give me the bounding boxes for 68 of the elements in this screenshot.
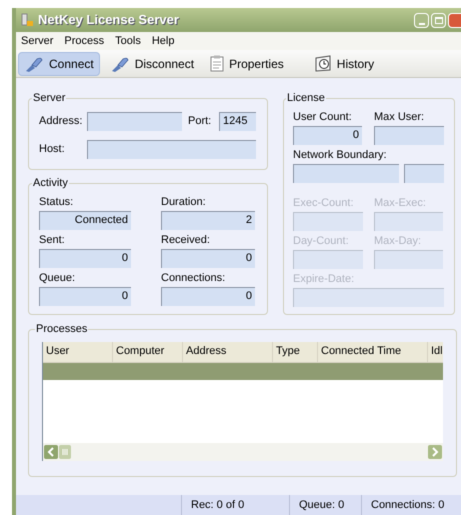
text-field[interactable]: 1245 — [219, 112, 256, 130]
field-label: Max User: — [374, 110, 426, 124]
status-text: Queue: 0 — [289, 495, 361, 515]
text-field[interactable] — [293, 164, 399, 182]
text-field[interactable] — [404, 164, 444, 182]
scroll-left-icon[interactable] — [44, 444, 58, 458]
text-field[interactable]: 2 — [161, 210, 255, 230]
toolbar-button[interactable]: History — [308, 52, 380, 76]
toolbar-button[interactable]: Connect — [18, 52, 100, 76]
status-text: Rec: 0 of 0 — [181, 495, 289, 515]
column-header[interactable]: Connected Time — [318, 342, 428, 362]
menu-item[interactable]: Tools — [114, 32, 142, 50]
text-field[interactable]: 0 — [293, 126, 362, 144]
toolbar-button[interactable]: Properties — [204, 52, 290, 76]
clipboard-icon — [210, 55, 224, 72]
field-label: User Count: — [293, 110, 353, 124]
text-field[interactable] — [293, 288, 444, 306]
column-header[interactable]: Address — [183, 342, 273, 362]
field-label: Sent: — [39, 232, 66, 248]
group-title: Processes — [35, 322, 88, 337]
window-title: NetKey License Server — [38, 11, 179, 30]
field-label: Max-Exec: — [374, 196, 427, 210]
menu-item[interactable]: Process — [63, 32, 106, 50]
field-label: Expire-Date: — [293, 272, 356, 286]
text-field[interactable] — [87, 112, 182, 130]
field-label: Connections: — [161, 270, 226, 286]
text-field[interactable]: 0 — [161, 286, 255, 306]
status-text: Connections: 0 — [361, 495, 445, 515]
text-field[interactable]: 0 — [39, 248, 131, 268]
column-header[interactable]: Idl — [428, 342, 443, 362]
toolbar-button[interactable]: Disconnect — [104, 52, 200, 76]
text-field[interactable] — [374, 212, 443, 230]
column-header[interactable]: Computer — [113, 342, 183, 362]
text-field[interactable] — [87, 140, 256, 158]
field-label: Exec-Count: — [293, 196, 355, 210]
column-header[interactable]: User — [43, 342, 113, 362]
field-label: Queue: — [39, 270, 76, 286]
text-field[interactable] — [374, 126, 444, 144]
field-label: Port: — [188, 114, 212, 129]
table-row[interactable] — [43, 362, 443, 380]
column-header[interactable]: Type — [273, 342, 318, 362]
group-title: License — [286, 91, 326, 106]
field-label: Max-Day: — [374, 234, 422, 248]
maximize-button[interactable] — [431, 12, 446, 28]
text-field[interactable]: 0 — [161, 248, 255, 268]
horizontal-scrollbar[interactable] — [43, 442, 443, 460]
app-icon — [20, 13, 34, 27]
text-field[interactable] — [293, 250, 363, 268]
field-label: Network Boundary: — [293, 148, 388, 162]
menu-item[interactable]: Server — [20, 32, 54, 50]
text-field[interactable]: Connected — [39, 210, 131, 230]
text-field[interactable]: 0 — [39, 286, 131, 306]
scroll-thumb-icon[interactable] — [59, 444, 71, 458]
menu-item[interactable]: Help — [150, 32, 176, 50]
clock-icon — [314, 55, 332, 72]
scroll-right-icon[interactable] — [428, 444, 442, 458]
field-label: Address: — [39, 114, 84, 129]
group-title: Activity — [32, 176, 69, 191]
field-label: Status: — [39, 194, 74, 210]
text-field[interactable] — [374, 250, 443, 268]
field-label: Day-Count: — [293, 234, 350, 248]
minimize-button[interactable] — [414, 12, 429, 28]
close-button[interactable] — [448, 12, 461, 28]
group-title: Server — [32, 91, 66, 106]
field-label: Duration: — [161, 194, 207, 210]
field-label: Host: — [39, 142, 66, 157]
field-label: Received: — [161, 232, 211, 248]
text-field[interactable] — [293, 212, 363, 230]
